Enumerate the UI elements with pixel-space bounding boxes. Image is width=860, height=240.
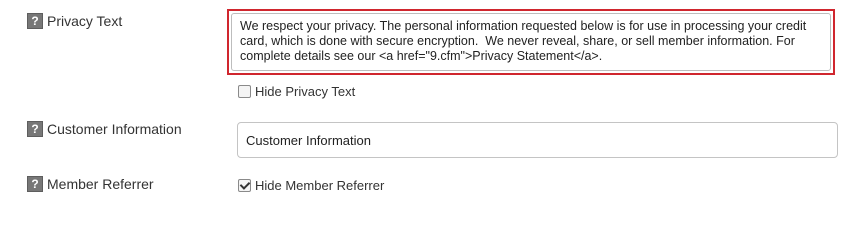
- privacy-text-label: Privacy Text: [47, 13, 123, 29]
- hide-privacy-text-toggle[interactable]: Hide Privacy Text: [238, 84, 355, 99]
- hide-member-referrer-checkbox[interactable]: [238, 179, 251, 192]
- hide-privacy-text-checkbox[interactable]: [238, 85, 251, 98]
- member-referrer-label: Member Referrer: [47, 176, 154, 192]
- help-icon[interactable]: ?: [27, 13, 43, 29]
- hide-privacy-text-label: Hide Privacy Text: [255, 84, 356, 99]
- customer-information-label: Customer Information: [47, 121, 182, 137]
- help-icon[interactable]: ?: [27, 121, 43, 137]
- privacy-text-textarea[interactable]: We respect your privacy. The personal in…: [231, 13, 831, 71]
- customer-information-input[interactable]: [237, 122, 838, 158]
- hide-member-referrer-label: Hide Member Referrer: [255, 178, 385, 193]
- help-icon[interactable]: ?: [27, 176, 43, 192]
- hide-member-referrer-toggle[interactable]: Hide Member Referrer: [238, 178, 384, 193]
- privacy-text-focus-highlight: We respect your privacy. The personal in…: [227, 9, 835, 75]
